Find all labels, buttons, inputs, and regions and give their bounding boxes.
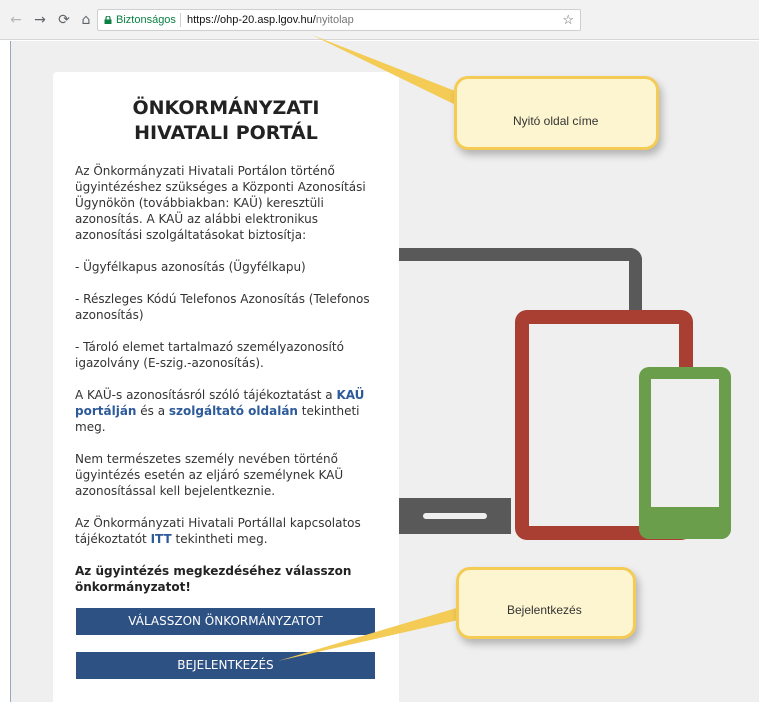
login-callout-text: Bejelentkezés (507, 603, 582, 617)
title-callout: Nyitó oldal címe (454, 76, 659, 150)
title-callout-pointer (312, 35, 468, 108)
login-callout: Bejelentkezés (456, 567, 636, 639)
login-callout-pointer (278, 604, 476, 661)
title-callout-text: Nyitó oldal címe (513, 114, 599, 128)
